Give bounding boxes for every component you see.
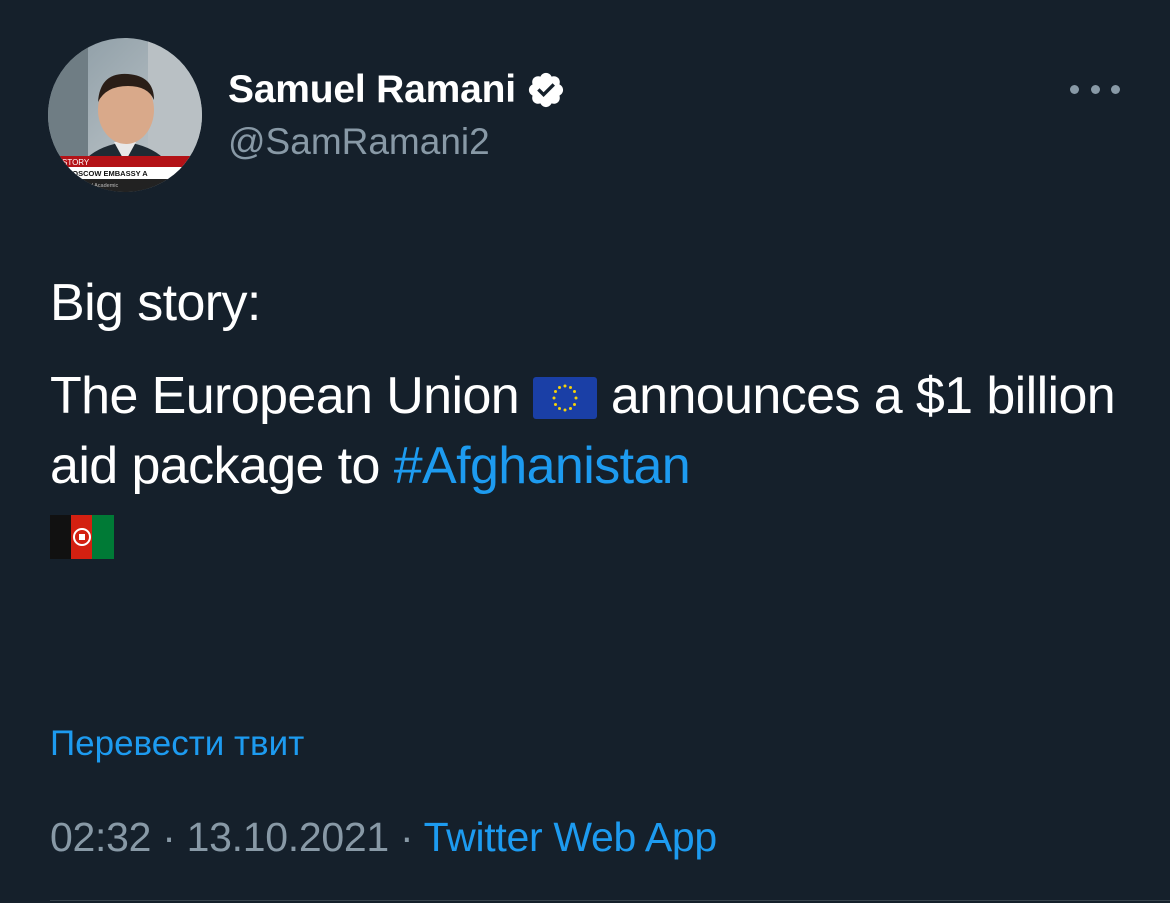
hashtag-link[interactable]: #Afghanistan bbox=[394, 437, 691, 495]
avatar-caption-line2: MOSCOW EMBASSY A bbox=[66, 169, 148, 178]
divider bbox=[50, 900, 1170, 901]
more-horizontal-icon[interactable] bbox=[1070, 74, 1120, 104]
more-dot bbox=[1070, 84, 1079, 94]
meta-separator: · bbox=[151, 814, 187, 860]
translate-tweet-link[interactable]: Перевести твит bbox=[50, 724, 304, 764]
tweet-time[interactable]: 02:32 bbox=[50, 814, 151, 860]
afghanistan-flag-icon bbox=[50, 515, 114, 559]
author-name-row: Samuel Ramani bbox=[228, 64, 566, 116]
tweet-text-segment: The European Union bbox=[50, 367, 520, 425]
avatar[interactable]: STORY MOSCOW EMBASSY A rd Academic bbox=[48, 38, 202, 192]
tweet-text-line: Big story: bbox=[50, 274, 261, 332]
author-handle[interactable]: @SamRamani2 bbox=[228, 121, 490, 163]
more-dot bbox=[1090, 84, 1100, 94]
meta-separator: · bbox=[388, 814, 424, 860]
tweet-text: Big story: The European Union announces … bbox=[50, 268, 1130, 571]
tweet-detail: STORY MOSCOW EMBASSY A rd Academic Samue… bbox=[0, 0, 1170, 903]
more-dot bbox=[1111, 84, 1120, 94]
tweet-source-link[interactable]: Twitter Web App bbox=[424, 814, 718, 860]
tweet-meta: 02:32 · 13.10.2021 · Twitter Web App bbox=[50, 814, 717, 861]
avatar-photo-icon: STORY MOSCOW EMBASSY A rd Academic bbox=[48, 38, 202, 192]
tweet-text-paragraph: The European Union announces a $1 billio… bbox=[50, 361, 1130, 571]
tweet-date[interactable]: 13.10.2021 bbox=[187, 814, 390, 860]
verified-badge-icon bbox=[528, 72, 563, 108]
eu-flag-icon bbox=[532, 377, 597, 419]
avatar-caption-line1: STORY bbox=[62, 158, 90, 167]
avatar-caption-line3: rd Academic bbox=[88, 183, 119, 189]
author-display-name[interactable]: Samuel Ramani bbox=[228, 68, 516, 112]
